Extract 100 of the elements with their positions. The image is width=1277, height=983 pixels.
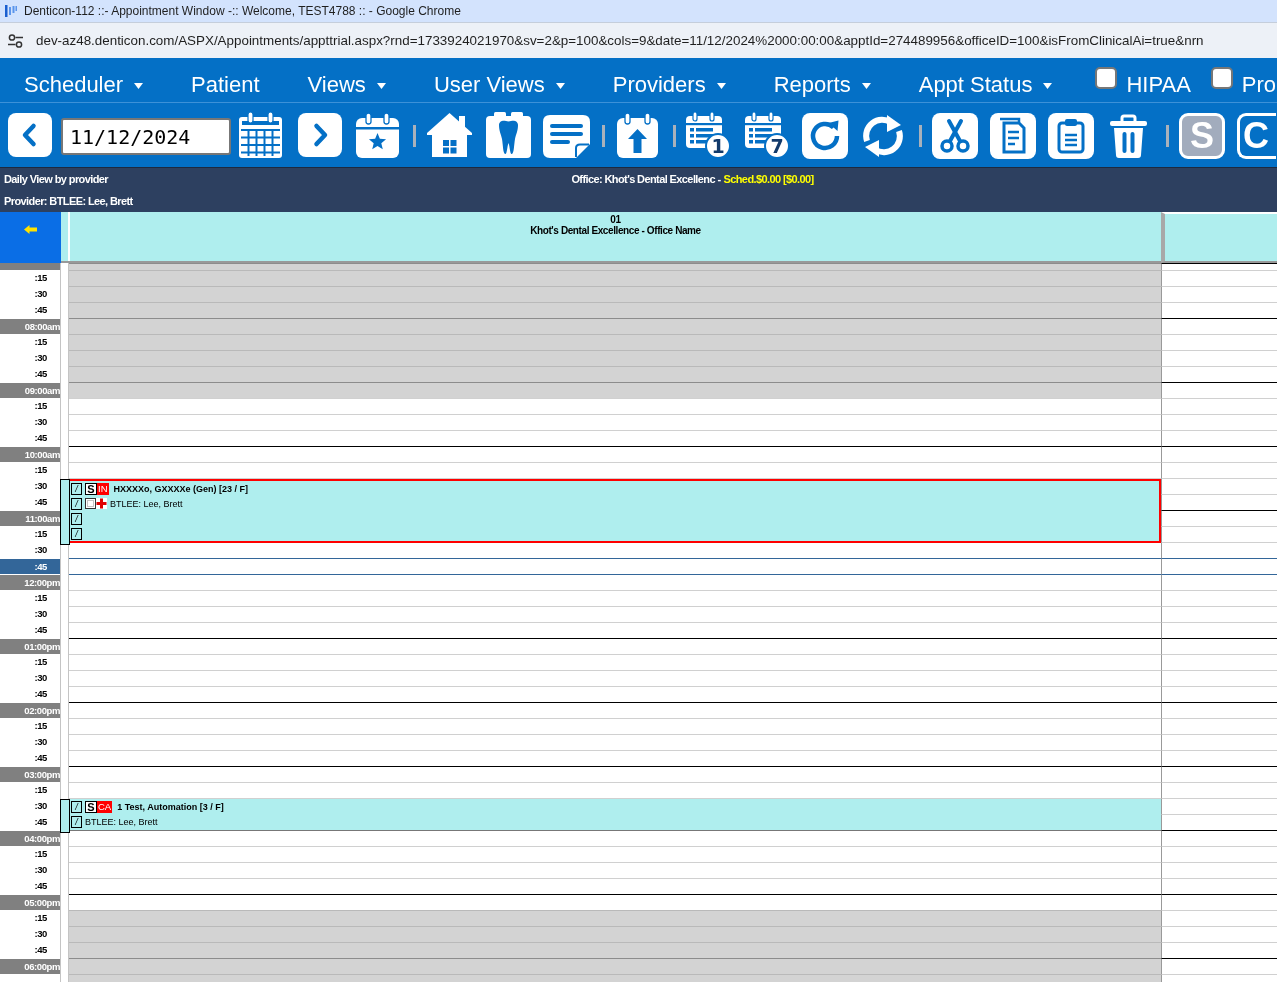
time-slot[interactable] (1161, 510, 1277, 526)
checkbox[interactable] (1095, 67, 1118, 89)
time-label: :15 (33, 719, 48, 733)
time-slot[interactable] (1161, 318, 1277, 334)
sliders-icon[interactable] (8, 33, 23, 48)
time-label: :45 (33, 943, 48, 957)
checkbox-label: HIPAA (1126, 72, 1191, 97)
time-label: :30 (33, 351, 48, 365)
time-label: :45 (33, 623, 48, 637)
status-badge: S (85, 800, 97, 813)
appointment-handle[interactable] (60, 479, 70, 545)
menu-item[interactable]: Patient (191, 72, 260, 97)
time-label: 04:00pm (0, 831, 60, 846)
time-label: :45 (33, 815, 48, 829)
status-badge: CA (97, 800, 113, 813)
time-label: 01:00pm (0, 639, 60, 654)
time-label: 06:00pm (0, 959, 60, 974)
status-badge: S (85, 482, 97, 495)
time-label: :30 (33, 415, 48, 429)
menu-item[interactable]: Scheduler (24, 72, 144, 97)
column-header[interactable]: 01 Khot's Dental Excellence - Office Name (61, 212, 1161, 263)
document-icon[interactable] (990, 113, 1036, 159)
menu-item[interactable]: Reports (773, 72, 871, 97)
patient-name: 1 Test, Automation [3 / F] (117, 801, 224, 812)
slash-marker[interactable]: / (71, 527, 82, 540)
time-label: 12:00pm (0, 575, 60, 590)
menu-item[interactable]: Providers (612, 72, 726, 97)
time-label: :15 (33, 527, 48, 541)
time-label: :30 (33, 799, 48, 813)
memo-icon[interactable] (542, 113, 591, 159)
menu-item[interactable]: Views (307, 72, 386, 97)
calendar-number-button[interactable]: 1 (685, 112, 731, 159)
column-number: 01 (610, 214, 621, 225)
time-label: :15 (33, 335, 48, 349)
blocked-time-slot[interactable] (69, 926, 1161, 942)
clipboard-icon[interactable] (1048, 113, 1094, 159)
time-slot[interactable] (1161, 958, 1277, 974)
view-title: Daily View by provider (4, 173, 108, 185)
calendar-icon[interactable] (238, 112, 283, 159)
slash-marker[interactable]: / (71, 482, 82, 495)
menu-item[interactable]: Appt Status (918, 72, 1053, 97)
time-label: :45 (33, 879, 48, 893)
column-title: Khot's Dental Excellence - Office Name (530, 225, 701, 236)
slash-marker[interactable]: / (71, 800, 82, 813)
tooth-icon[interactable] (485, 112, 532, 159)
time-label: :30 (33, 863, 48, 877)
time-slot[interactable] (1161, 558, 1277, 574)
time-label: 03:00pm (0, 767, 60, 782)
time-label: :15 (33, 847, 48, 861)
appointment-handle[interactable] (60, 799, 70, 833)
calendar-star-icon[interactable] (355, 113, 400, 158)
time-slot[interactable] (1161, 894, 1277, 910)
time-slot[interactable] (1161, 263, 1277, 270)
patient-name: HXXXXo, GXXXXe (Gen) [23 / F] (113, 483, 249, 494)
status-badge: IN (97, 482, 109, 495)
slash-marker[interactable]: / (71, 497, 82, 510)
checkbox-label: Pro (1241, 72, 1277, 97)
time-label: :30 (33, 671, 48, 685)
scissors-icon[interactable] (932, 113, 978, 159)
blocked-time-slot[interactable] (69, 350, 1161, 366)
time-label: :45 (33, 431, 48, 445)
calendar-number-button[interactable]: 7 (744, 112, 790, 159)
time-slot[interactable] (1161, 638, 1277, 654)
home-icon[interactable] (426, 112, 473, 158)
calendar-upload-icon[interactable] (616, 113, 659, 159)
time-label: :15 (33, 655, 48, 669)
blocked-time-slot[interactable] (69, 286, 1161, 302)
time-slot[interactable] (1161, 382, 1277, 398)
refresh-icon[interactable] (802, 113, 848, 159)
time-label: 08:00am (0, 319, 60, 334)
time-label: :15 (33, 271, 48, 285)
time-label: 05:00pm (0, 895, 60, 910)
time-label: 02:00pm (0, 703, 60, 718)
time-slot[interactable] (1161, 766, 1277, 782)
time-label: :30 (33, 479, 48, 493)
chevron-left-icon[interactable] (8, 113, 52, 157)
dotted-square-icon (85, 498, 96, 509)
time-label: :15 (33, 399, 48, 413)
date-field[interactable]: 11/12/2024 (61, 118, 231, 155)
time-slot[interactable] (1161, 446, 1277, 462)
time-label: :30 (33, 927, 48, 941)
slash-marker[interactable]: / (71, 512, 82, 525)
appointment-block[interactable]: / S IN HXXXXo, GXXXXe (Gen) [23 / F] / BTLEE: Lee, Brett / / (68, 479, 1161, 543)
appointment-block[interactable]: / S CA 1 Test, Automation [3 / F] / BTLEE: Lee, Brett (68, 799, 1161, 831)
slash-marker[interactable]: / (71, 816, 82, 829)
time-label: :45 (33, 495, 48, 509)
time-label: :30 (33, 607, 48, 621)
time-label: :45 (33, 367, 48, 381)
window-title: Denticon-112 ::- Appointment Window -:: Welcome, TEST4788 :: - Google Chrome (24, 4, 461, 18)
time-slot[interactable] (1161, 830, 1277, 846)
checkbox[interactable] (1210, 67, 1233, 89)
letter-button[interactable]: C (1237, 113, 1276, 159)
arrow-left-icon[interactable] (24, 225, 37, 234)
menu-item[interactable]: User Views (433, 72, 565, 97)
chevron-right-icon[interactable] (298, 113, 342, 157)
time-slot[interactable] (1161, 574, 1277, 590)
time-label: :15 (33, 463, 48, 477)
time-label: :15 (33, 911, 48, 925)
time-slot[interactable] (1161, 702, 1277, 718)
time-label: :15 (33, 591, 48, 605)
